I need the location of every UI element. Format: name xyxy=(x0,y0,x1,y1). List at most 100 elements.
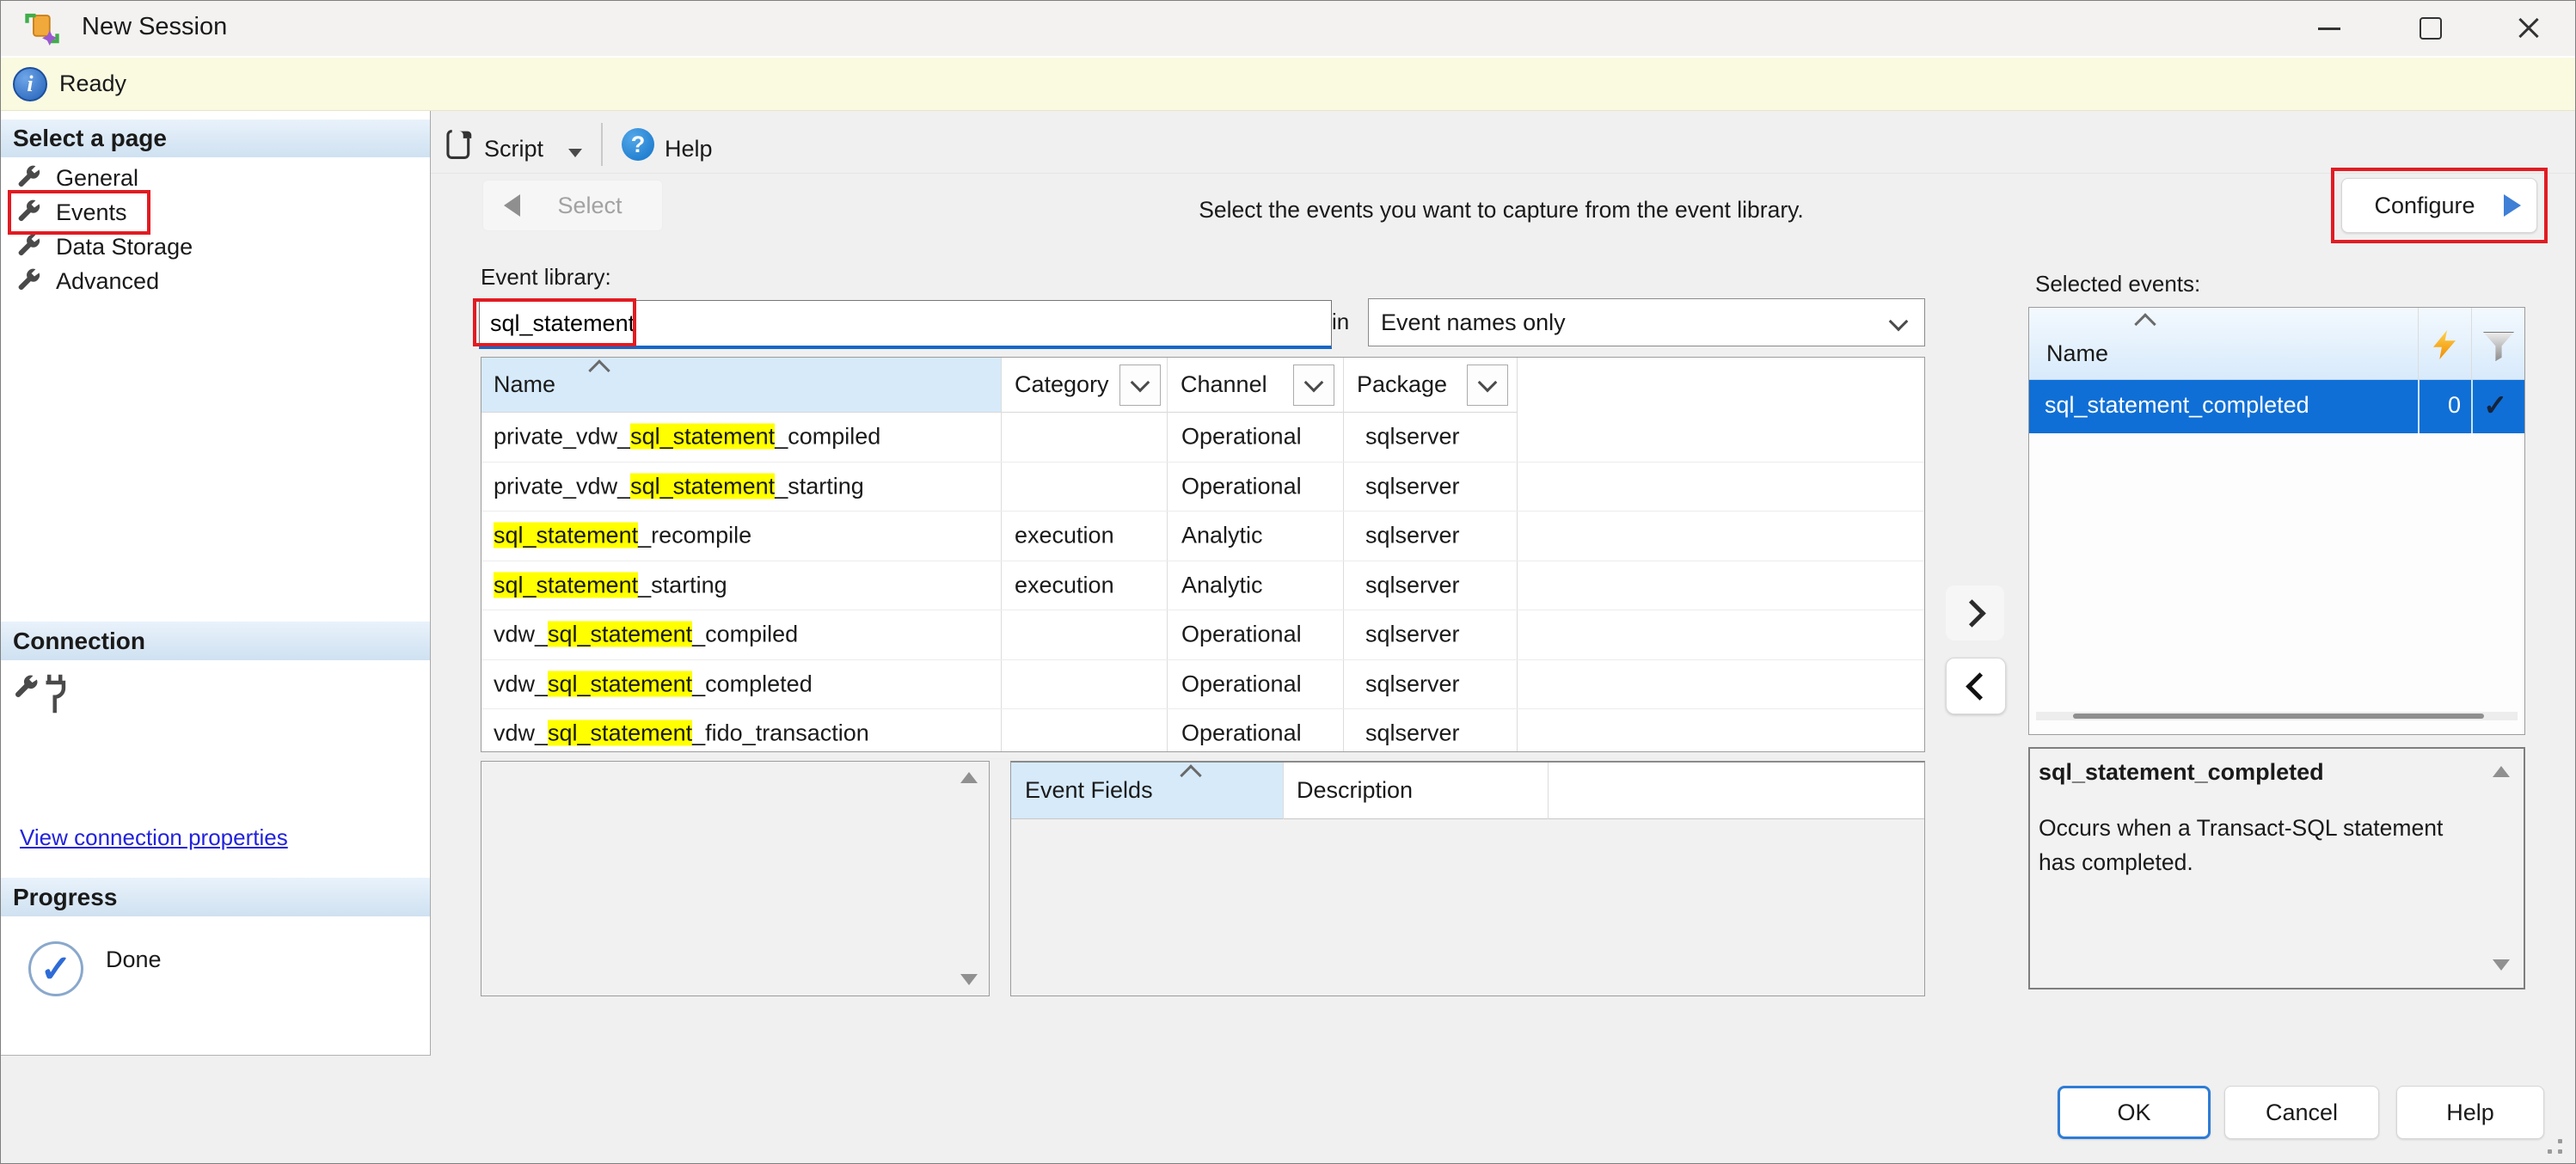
column-header-package-label: Package xyxy=(1357,371,1447,398)
package-cell: sqlserver xyxy=(1365,473,1460,499)
scrollbar-thumb[interactable] xyxy=(2073,714,2484,719)
wrench-icon xyxy=(16,197,42,229)
minimize-button[interactable] xyxy=(2288,3,2371,54)
select-button[interactable]: Select xyxy=(482,180,663,231)
lightning-icon xyxy=(2433,330,2456,359)
configure-button[interactable]: Configure xyxy=(2341,178,2537,233)
in-label: in xyxy=(1332,309,1349,335)
chevron-down-icon xyxy=(1131,373,1150,393)
wrench-icon xyxy=(16,162,42,194)
sidebar-item-general[interactable]: General xyxy=(1,161,430,195)
scroll-down-icon[interactable] xyxy=(2493,959,2510,971)
scroll-up-icon[interactable] xyxy=(2493,766,2510,777)
event-library-search-input[interactable] xyxy=(479,300,1332,349)
sort-ascending-icon xyxy=(1180,764,1201,786)
scroll-up-icon[interactable] xyxy=(960,772,978,783)
ok-button[interactable]: OK xyxy=(2058,1086,2211,1139)
highlight: sql_statement xyxy=(548,720,692,746)
event-description-panel: sql_statement_completed Occurs when a Tr… xyxy=(2028,747,2525,989)
chevron-down-icon xyxy=(1478,373,1498,393)
column-header-event-fields-label: Event Fields xyxy=(1025,777,1153,804)
column-header-name[interactable]: Name xyxy=(481,358,1001,413)
sidebar-item-events[interactable]: Events xyxy=(1,195,430,230)
toolbar-help-button[interactable]: Help xyxy=(665,136,713,162)
done-icon: ✓ xyxy=(28,941,83,996)
event-row[interactable]: private_vdw_sql_statement_compiled Opera… xyxy=(481,413,1924,463)
search-scope-dropdown[interactable]: Event names only xyxy=(1368,298,1925,346)
sidebar-item-label: Events xyxy=(56,199,127,226)
selected-events-header[interactable]: Name xyxy=(2029,308,2524,380)
info-icon: i xyxy=(13,67,47,101)
category-filter-dropdown[interactable] xyxy=(1119,365,1161,406)
category-cell: execution xyxy=(1015,523,1114,549)
event-row[interactable]: vdw_sql_statement_fido_transaction Opera… xyxy=(481,709,1924,759)
highlight: sql_statement xyxy=(548,671,692,696)
highlight: sql_statement xyxy=(630,424,775,450)
channel-cell: Analytic xyxy=(1181,572,1263,598)
scroll-down-icon[interactable] xyxy=(960,974,978,985)
package-cell: sqlserver xyxy=(1365,424,1460,450)
column-header-description-label: Description xyxy=(1297,777,1413,804)
minimize-icon xyxy=(2318,28,2340,30)
channel-cell: Operational xyxy=(1181,720,1302,747)
event-name-cell: sql_statement_recompile xyxy=(494,523,751,549)
remove-event-button[interactable] xyxy=(1946,658,2006,714)
vertical-scrollbar[interactable] xyxy=(956,767,984,990)
connection-header: Connection xyxy=(1,622,430,660)
package-cell: sqlserver xyxy=(1365,523,1460,549)
channel-cell: Operational xyxy=(1181,671,1302,697)
chevron-down-icon xyxy=(1889,312,1909,332)
configure-button-label: Configure xyxy=(2374,193,2475,219)
forward-arrow-icon xyxy=(2504,194,2521,217)
sort-ascending-icon xyxy=(2134,313,2156,334)
progress-header: Progress xyxy=(1,878,430,916)
channel-cell: Operational xyxy=(1181,424,1302,450)
highlight: sql_statement xyxy=(548,622,692,647)
event-row[interactable]: vdw_sql_statement_completed Operational … xyxy=(481,660,1924,710)
column-header-channel-label: Channel xyxy=(1181,371,1267,398)
add-event-button[interactable] xyxy=(1946,585,2004,640)
checkmark-icon: ✓ xyxy=(2483,389,2508,423)
event-name-cell: sql_statement_starting xyxy=(494,572,727,598)
cancel-button[interactable]: Cancel xyxy=(2224,1086,2379,1139)
resize-grip[interactable] xyxy=(2537,1139,2567,1160)
selected-events-table: Name sql_statement_completed 0 ✓ xyxy=(2028,307,2525,735)
events-table: Name Category Channel Package private_vd… xyxy=(481,357,1925,752)
back-arrow-icon xyxy=(504,194,520,217)
script-dropdown-arrow-icon[interactable] xyxy=(568,149,582,157)
selected-events-label: Selected events: xyxy=(2035,271,2200,297)
channel-filter-dropdown[interactable] xyxy=(1293,365,1334,406)
sidebar-item-advanced[interactable]: Advanced xyxy=(1,264,430,298)
selected-column-name: Name xyxy=(2046,340,2108,367)
maximize-button[interactable] xyxy=(2389,3,2472,54)
package-filter-dropdown[interactable] xyxy=(1467,365,1508,406)
view-connection-properties-link[interactable]: View connection properties xyxy=(20,824,288,851)
column-header-description[interactable]: Description xyxy=(1283,763,1548,819)
status-text: Ready xyxy=(59,70,126,97)
event-row[interactable]: sql_statement_recompile execution Analyt… xyxy=(481,512,1924,561)
progress-status: Done xyxy=(106,947,162,973)
script-button[interactable]: Script xyxy=(484,136,543,162)
toolbar-separator xyxy=(601,123,603,166)
sidebar-item-label: General xyxy=(56,165,138,192)
event-row[interactable]: private_vdw_sql_statement_starting Opera… xyxy=(481,463,1924,512)
horizontal-scrollbar[interactable] xyxy=(2036,712,2518,720)
close-button[interactable] xyxy=(2487,3,2570,54)
column-header-category-label: Category xyxy=(1015,371,1109,398)
event-name-cell: vdw_sql_statement_fido_transaction xyxy=(494,720,869,747)
sidebar-item-label: Data Storage xyxy=(56,234,193,260)
instruction-text: Select the events you want to capture fr… xyxy=(878,197,2125,224)
wrench-icon xyxy=(16,266,42,297)
event-row[interactable]: sql_statement_starting execution Analyti… xyxy=(481,561,1924,611)
footer-help-button[interactable]: Help xyxy=(2396,1086,2544,1139)
selected-event-row[interactable]: sql_statement_completed 0 ✓ xyxy=(2029,380,2524,433)
event-name-cell: vdw_sql_statement_completed xyxy=(494,671,813,697)
sidebar: Select a page General Events Data Storag… xyxy=(1,111,431,1056)
header-filler xyxy=(1548,763,1924,819)
channel-cell: Operational xyxy=(1181,622,1302,648)
sidebar-item-data-storage[interactable]: Data Storage xyxy=(1,230,430,264)
event-row[interactable]: vdw_sql_statement_compiled Operational s… xyxy=(481,610,1924,660)
column-header-event-fields[interactable]: Event Fields xyxy=(1011,763,1283,819)
event-name-cell: vdw_sql_statement_compiled xyxy=(494,622,798,648)
titlebar[interactable]: New Session xyxy=(1,1,2576,56)
